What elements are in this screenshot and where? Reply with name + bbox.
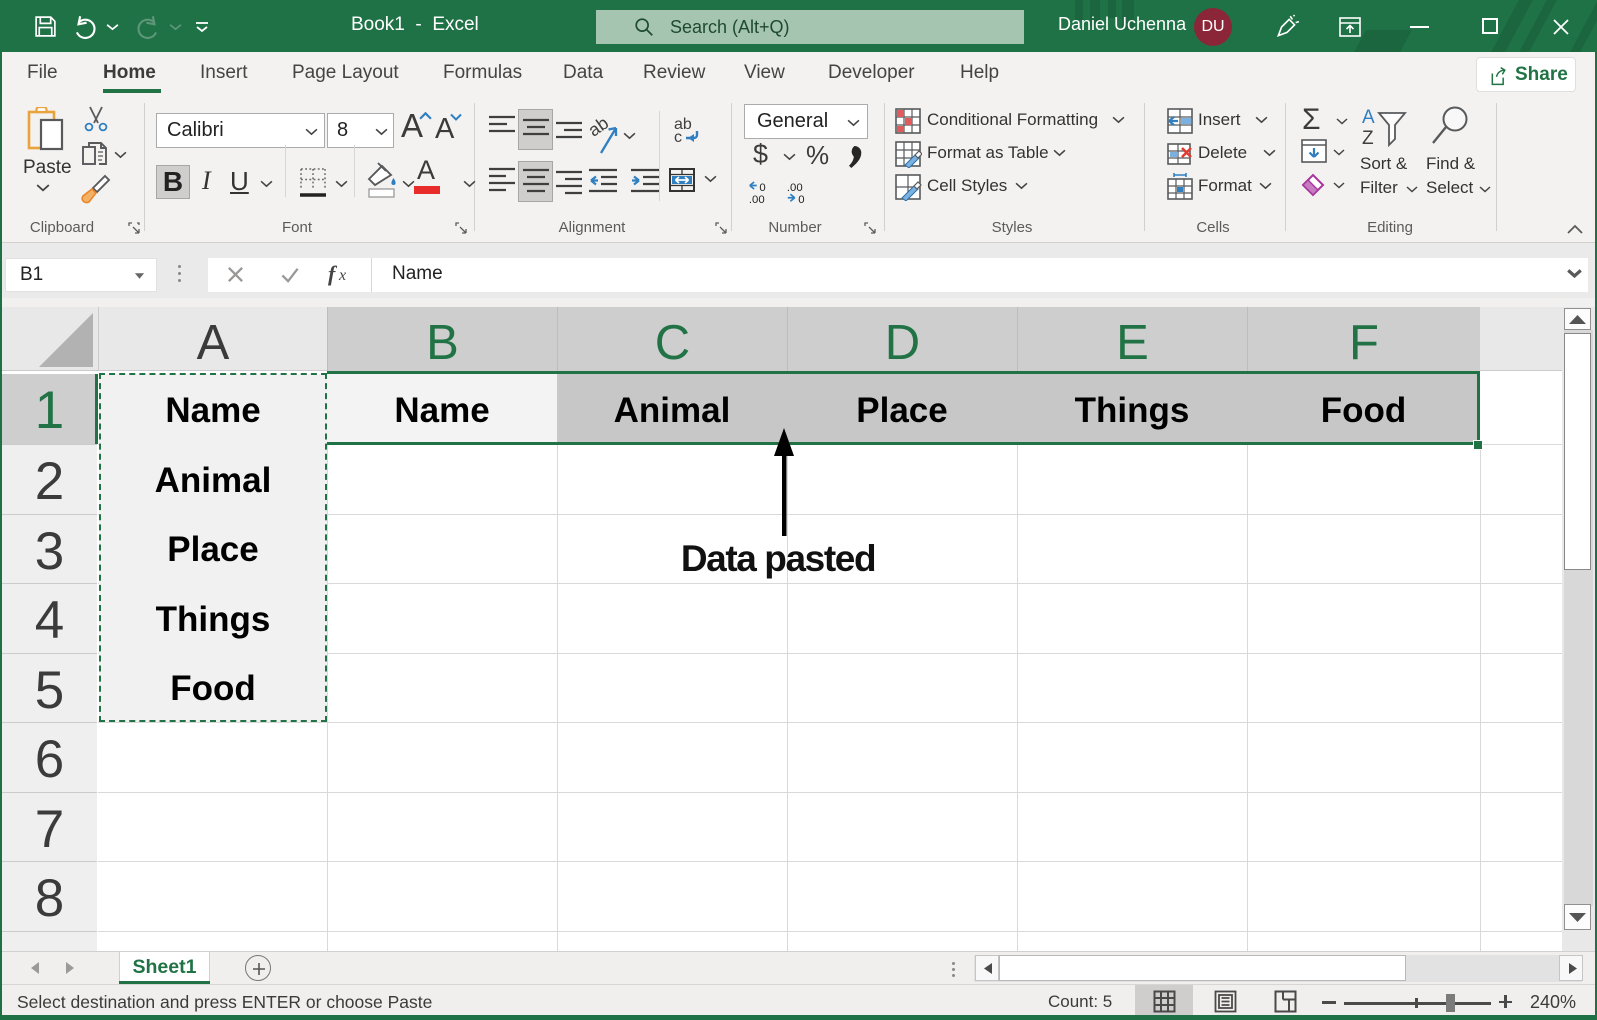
svg-text:.00: .00 bbox=[749, 194, 765, 205]
svg-text:0: 0 bbox=[798, 194, 804, 205]
svg-text:c: c bbox=[674, 129, 682, 145]
svg-text:.00: .00 bbox=[787, 182, 803, 194]
svg-text:0: 0 bbox=[759, 182, 765, 194]
svg-text:A: A bbox=[1362, 107, 1375, 128]
svg-text:Z: Z bbox=[1362, 128, 1374, 147]
